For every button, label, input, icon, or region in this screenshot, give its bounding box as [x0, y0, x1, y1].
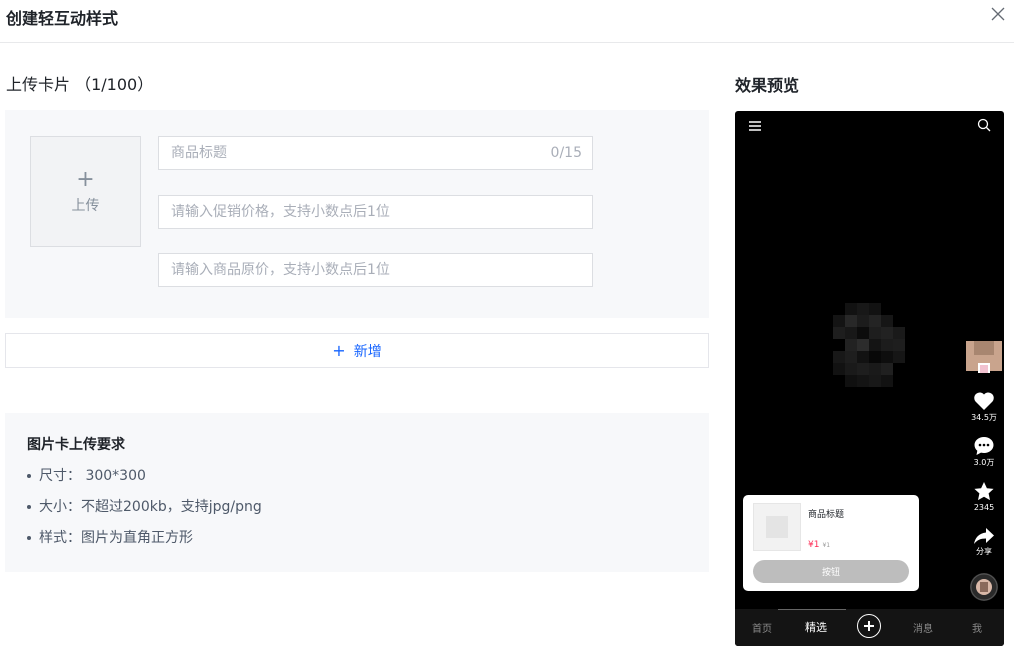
comment-action[interactable]: 3.0万 [964, 436, 1004, 468]
card-editor: + 上传 0/15 [5, 110, 709, 318]
add-card-button[interactable]: + 新增 [5, 333, 709, 368]
original-price-input[interactable] [159, 254, 592, 286]
share-icon [974, 528, 994, 544]
tab-messages[interactable]: 消息 [913, 620, 933, 635]
product-card-original-price: ¥1 [822, 542, 831, 549]
plus-icon: + [332, 341, 346, 360]
requirement-item: 样式：图片为直角正方形 [27, 527, 193, 547]
requirements-title: 图片卡上传要求 [27, 437, 125, 453]
tab-me[interactable]: 我 [972, 620, 982, 635]
like-count: 34.5万 [971, 413, 997, 422]
dialog-title: 创建轻互动样式 [6, 9, 119, 28]
menu-icon [749, 121, 761, 131]
requirement-item: 大小：不超过200kb，支持jpg/png [27, 496, 262, 516]
bullet-icon [27, 505, 31, 509]
product-title-input[interactable] [159, 137, 592, 169]
favorite-action[interactable]: 2345 [964, 481, 1004, 512]
music-disc-icon[interactable] [970, 573, 998, 601]
product-card-preview[interactable]: 商品标题 ¥1 ¥1 按钮 [743, 495, 919, 591]
share-action[interactable]: 分享 [964, 527, 1004, 557]
favorite-count: 2345 [973, 503, 995, 512]
promo-price-input[interactable] [159, 196, 592, 228]
comment-count: 3.0万 [973, 458, 995, 467]
bullet-icon [27, 536, 31, 540]
product-thumbnail [753, 503, 801, 551]
upload-requirements: 图片卡上传要求 尺寸： 300*300 大小：不超过200kb，支持jpg/pn… [5, 413, 709, 572]
add-card-label: 新增 [353, 343, 382, 360]
preview-title: 效果预览 [735, 76, 800, 95]
product-card-button[interactable]: 按钮 [753, 560, 909, 583]
requirement-item: 尺寸： 300*300 [27, 465, 146, 485]
upload-section-title: 上传卡片 （1/100） [6, 75, 154, 94]
original-price-field [158, 253, 593, 287]
search-icon [977, 118, 991, 132]
uploader-label: 上传 [71, 197, 100, 214]
dialog-header: 创建轻互动样式 [0, 0, 1014, 43]
phone-preview: 34.5万 3.0万 2345 分享 商品标题 ¥1 ¥1 按钮 首页 精选 消… [735, 111, 1004, 646]
close-icon[interactable] [990, 6, 1006, 22]
promo-price-field [158, 195, 593, 229]
title-char-count: 0/15 [550, 145, 582, 161]
product-card-price: ¥1 ¥1 [808, 540, 831, 550]
star-icon [974, 482, 994, 501]
video-content-mosaic [833, 303, 905, 387]
plus-icon: + [76, 166, 95, 192]
creator-avatar [966, 337, 1004, 375]
bottom-tab-bar: 首页 精选 消息 我 [735, 609, 1004, 646]
create-plus-icon[interactable] [857, 614, 881, 638]
image-uploader[interactable]: + 上传 [30, 136, 141, 247]
tab-home[interactable]: 首页 [752, 620, 772, 635]
tab-indicator [778, 609, 846, 610]
like-action[interactable]: 34.5万 [964, 391, 1004, 423]
share-label: 分享 [976, 547, 992, 556]
product-card-title: 商品标题 [808, 510, 845, 520]
product-title-field: 0/15 [158, 136, 593, 170]
tab-featured[interactable]: 精选 [805, 619, 827, 635]
bullet-icon [27, 474, 31, 478]
comment-icon [974, 437, 994, 455]
heart-icon [974, 392, 994, 410]
